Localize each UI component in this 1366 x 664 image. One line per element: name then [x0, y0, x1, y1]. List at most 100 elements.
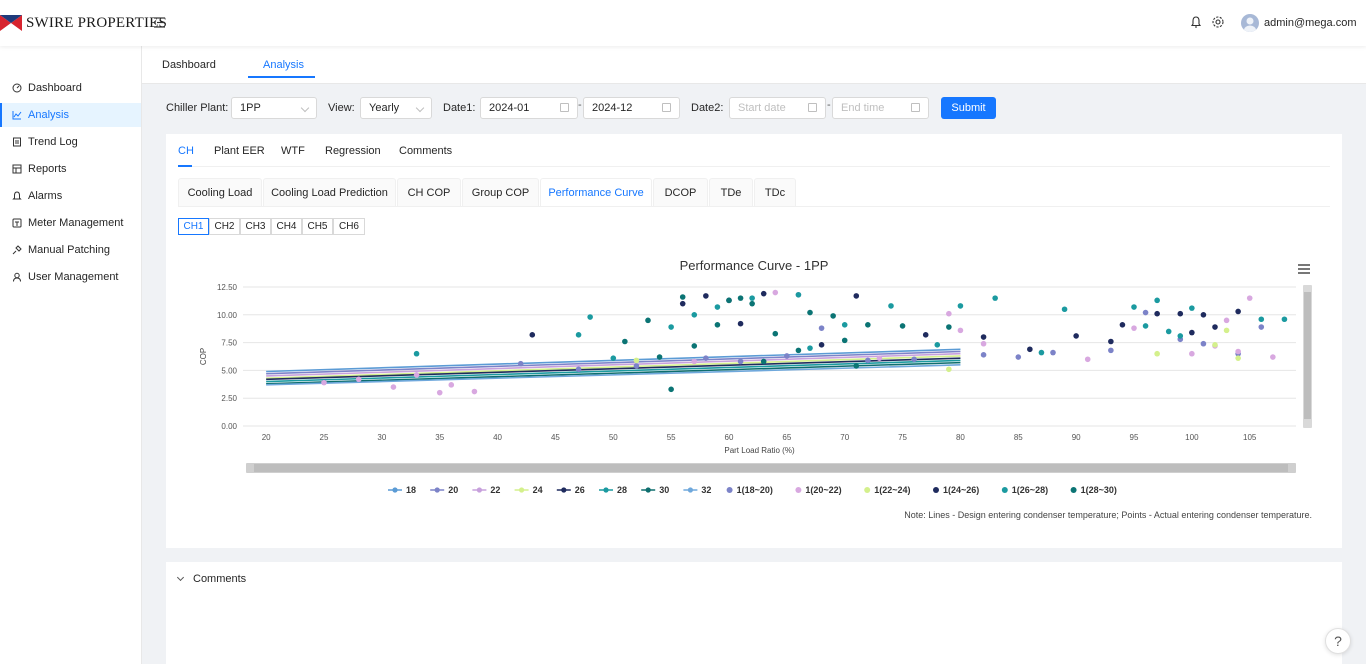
help-button[interactable]: ?: [1325, 628, 1351, 654]
scatter-point: [737, 358, 744, 365]
date2-start-field[interactable]: Start date: [729, 97, 826, 119]
scatter-point: [448, 382, 455, 388]
scatter-point: [645, 317, 651, 324]
view-select[interactable]: Yearly: [360, 97, 432, 119]
date1-end-field[interactable]: 2024-12: [583, 97, 680, 119]
analysis-card: CH Plant EER WTF Regression Comments Coo…: [166, 134, 1342, 548]
sidebar-item-trend-log[interactable]: Trend Log: [0, 130, 141, 154]
scatter-point: [841, 322, 848, 328]
x-tick-label: 70: [840, 433, 849, 442]
scatter-point: [610, 355, 617, 361]
scatter-point: [679, 300, 686, 307]
date2-end-placeholder: End time: [841, 102, 885, 114]
brand-logo[interactable]: SWIRE PROPERTIES: [0, 14, 167, 32]
x-tick-label: 85: [1014, 433, 1023, 442]
legend-point-marker: [1070, 487, 1077, 493]
date1-start-field[interactable]: 2024-01: [480, 97, 578, 119]
scatter-point: [413, 350, 420, 357]
scatter-point: [517, 360, 524, 367]
legend-label: 20: [448, 485, 458, 495]
scatter-point: [1165, 328, 1172, 335]
sidebar-item-user-management[interactable]: User Management: [0, 265, 141, 289]
scatter-point: [737, 320, 744, 327]
sidebar-item-label: Alarms: [28, 190, 63, 202]
swire-logo-icon: [0, 15, 22, 31]
legend-label: 1(18~20): [737, 485, 773, 495]
scatter-point: [587, 314, 593, 320]
chiller-ch1-button[interactable]: CH1: [178, 218, 209, 235]
chiller-plant-label: Chiller Plant:: [166, 102, 229, 114]
sidebar-item-manual-patching[interactable]: Manual Patching: [0, 238, 141, 262]
scatter-point: [679, 294, 686, 300]
scatter-point: [1235, 308, 1241, 315]
date2-start-placeholder: Start date: [738, 102, 786, 114]
pin-icon: [12, 245, 22, 255]
sidebar-item-label: Reports: [28, 163, 67, 175]
scatter-point: [1061, 306, 1068, 313]
reports-icon: [12, 164, 22, 174]
date1-end-value: 2024-12: [592, 102, 633, 114]
page-tabs: Dashboard Analysis: [142, 46, 1366, 84]
sidebar-item-meter-management[interactable]: Meter Management: [0, 211, 141, 235]
scatter-point: [1108, 338, 1114, 345]
scatter-point: [436, 389, 443, 396]
tab-analysis[interactable]: Analysis: [263, 59, 304, 71]
x-tick-label: 90: [1072, 433, 1081, 442]
scatter-point: [922, 332, 929, 338]
sidebar-item-label: Manual Patching: [28, 244, 110, 256]
legend-point-marker: [392, 487, 398, 493]
scatter-point: [1246, 295, 1253, 301]
user-name[interactable]: admin@mega.com: [1264, 17, 1356, 29]
scatter-point: [1212, 342, 1218, 348]
submit-button[interactable]: Submit: [941, 97, 996, 119]
legend-point-marker: [603, 487, 609, 493]
scatter-point: [668, 386, 674, 393]
scatter-point: [1235, 355, 1241, 361]
avatar[interactable]: [1241, 14, 1259, 32]
tab-dashboard[interactable]: Dashboard: [162, 59, 216, 71]
date-range-separator: -: [827, 99, 831, 111]
calendar-icon: [808, 103, 817, 112]
scatter-point: [1131, 325, 1137, 331]
comments-panel: Comments: [166, 562, 1342, 664]
x-tick-label: 45: [551, 433, 560, 442]
legend-label: 1(20~22): [805, 485, 841, 495]
scatter-point: [1131, 304, 1137, 310]
date2-label: Date2:: [691, 102, 724, 114]
scatter-point: [980, 340, 987, 347]
scatter-point: [1154, 297, 1160, 304]
sidebar-item-analysis[interactable]: Analysis: [0, 103, 141, 127]
sidebar-item-alarms[interactable]: Alarms: [0, 184, 141, 208]
settings-gear-icon[interactable]: [1211, 15, 1225, 29]
date-range-separator: -: [578, 99, 582, 111]
scatter-point: [1119, 322, 1126, 328]
date1-label: Date1:: [443, 102, 476, 114]
legend-point-marker: [434, 487, 440, 493]
scatter-point: [807, 345, 813, 351]
scatter-point: [1200, 312, 1207, 318]
x-tick-label: 80: [956, 433, 965, 442]
scatter-point: [703, 355, 709, 361]
legend-label: 1(24~26): [943, 485, 979, 495]
sidebar-item-dashboard[interactable]: Dashboard: [0, 76, 141, 100]
scatter-point: [876, 355, 883, 361]
chiller-plant-select[interactable]: 1PP: [231, 97, 317, 119]
scatter-point: [714, 322, 721, 328]
date2-end-field[interactable]: End time: [832, 97, 929, 119]
menu-toggle-icon[interactable]: [153, 16, 166, 29]
scatter-point: [830, 313, 836, 319]
scatter-point: [1177, 333, 1184, 339]
scatter-point: [633, 363, 640, 369]
scatter-point: [1212, 324, 1218, 330]
x-tick-label: 60: [725, 433, 734, 442]
legend-label: 22: [490, 485, 500, 495]
trend-log-icon: [13, 137, 21, 147]
sidebar-item-reports[interactable]: Reports: [0, 157, 141, 181]
chevron-down-icon: [176, 573, 185, 582]
chart-icon: [12, 111, 22, 120]
bell-icon[interactable]: [1189, 15, 1203, 29]
scatter-point: [853, 293, 860, 299]
comments-collapse-toggle[interactable]: Comments: [176, 573, 246, 585]
scatter-point: [818, 342, 825, 348]
scatter-point: [471, 388, 478, 395]
